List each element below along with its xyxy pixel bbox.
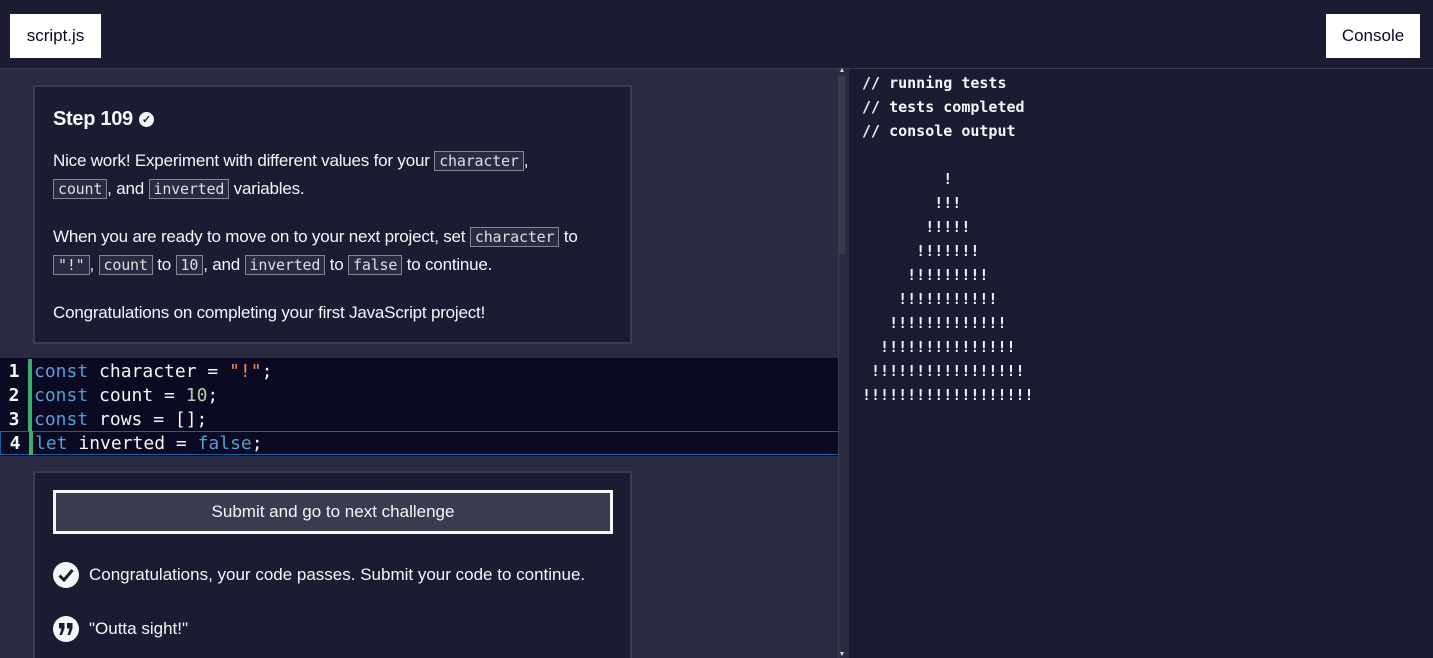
scroll-down-arrow-icon[interactable]: ▼ (838, 651, 846, 658)
step-title-text: Step 109 (53, 107, 133, 130)
code-line-text[interactable]: const rows = []; (32, 409, 207, 430)
code-token: count = (88, 384, 186, 406)
console-line: !!!!!!!!!!!!!!! (862, 338, 1016, 356)
text: , (523, 151, 529, 170)
console-line: // console output (862, 122, 1016, 140)
code-token: rows = []; (88, 408, 208, 430)
code-line[interactable]: 1 const character = "!"; (0, 359, 844, 383)
line-number: 4 (1, 432, 29, 454)
top-bar: script.js Console (0, 0, 1433, 69)
console-line: !!!!!!!!! (862, 266, 989, 284)
quote-row: "Outta sight!" (53, 615, 188, 643)
inline-code: 10 (175, 255, 204, 275)
code-token: character = (88, 360, 230, 382)
quote-text: "Outta sight!" (89, 619, 189, 638)
line-number: 1 (0, 360, 28, 382)
console-line: // tests completed (862, 98, 1025, 116)
tab-console[interactable]: Console (1326, 14, 1420, 58)
line-number: 2 (0, 384, 28, 406)
quote-icon (53, 616, 79, 642)
scroll-up-arrow-icon[interactable]: ▲ (838, 67, 846, 74)
code-line-text[interactable]: let inverted = false; (33, 433, 263, 454)
inline-code: character (434, 151, 524, 171)
text: Nice work! Experiment with different val… (53, 151, 435, 170)
pass-message-row: Congratulations, your code passes. Submi… (53, 561, 585, 589)
keyword: let (35, 432, 68, 454)
boolean-literal: false (197, 432, 252, 454)
console-line: ! (862, 170, 953, 188)
console-line: !!!!!!!!!!!!!!!!! (862, 362, 1025, 380)
inline-code: inverted (244, 255, 326, 275)
text: , and (107, 179, 149, 198)
console-line: !!!!!!!!!!!!!!!!!!! (862, 386, 1034, 404)
keyword: const (34, 384, 89, 406)
inline-code: inverted (148, 179, 230, 199)
pass-message: Congratulations, your code passes. Submi… (89, 565, 586, 584)
tab-script-js[interactable]: script.js (10, 14, 101, 58)
console-line: !!!!!!!!!!! (862, 290, 998, 308)
code-line-text[interactable]: const count = 10; (32, 385, 218, 406)
text: to continue. (402, 255, 493, 274)
code-line-active[interactable]: 4 let inverted = false; (0, 431, 844, 455)
text: to (325, 255, 349, 274)
code-token: ; (251, 432, 263, 454)
text: to (152, 255, 176, 274)
line-number: 3 (0, 408, 28, 430)
inline-code: false (348, 255, 403, 275)
keyword: const (34, 360, 89, 382)
description-paragraph-2: When you are ready to move on to your ne… (53, 223, 612, 279)
text: , and (203, 255, 245, 274)
scrollbar-thumb[interactable] (839, 76, 845, 254)
submit-button[interactable]: Submit and go to next challenge (53, 490, 613, 534)
code-token: ; (261, 360, 273, 382)
text: , (89, 255, 99, 274)
description-paragraph-3: Congratulations on completing your first… (53, 303, 486, 322)
console-line: !!!!! (862, 218, 971, 236)
console-line: !!!!!!!!!!!!! (862, 314, 1007, 332)
code-editor[interactable]: 1 const character = "!"; 2 const count =… (0, 358, 844, 456)
inline-code: count (53, 179, 108, 199)
inline-code: count (98, 255, 153, 275)
text: to (559, 227, 578, 246)
result-panel: Submit and go to next challenge Congratu… (33, 471, 632, 658)
console-output: // running tests // tests completed // c… (849, 69, 1433, 658)
console-line: !!! (862, 194, 962, 212)
keyword: const (34, 408, 89, 430)
check-circle-icon (53, 562, 79, 588)
string-literal: "!" (229, 360, 262, 382)
description-panel: Step 109 ✓ Nice work! Experiment with di… (33, 85, 632, 344)
code-line[interactable]: 3 const rows = []; (0, 407, 844, 431)
inline-code: character (469, 227, 560, 247)
number-literal: 10 (185, 384, 208, 406)
inline-code: "!" (53, 255, 90, 275)
description-paragraph-1: Nice work! Experiment with different val… (53, 147, 612, 203)
code-line[interactable]: 2 const count = 10; (0, 383, 844, 407)
check-circle-icon: ✓ (138, 111, 154, 127)
code-token: ; (207, 384, 219, 406)
console-line: !!!!!!! (862, 242, 980, 260)
text: When you are ready to move on to your ne… (53, 227, 470, 246)
step-title: Step 109 ✓ (53, 105, 612, 133)
code-token: inverted = (67, 432, 198, 454)
console-line: // running tests (862, 74, 1007, 92)
text: variables. (229, 179, 305, 198)
code-line-text[interactable]: const character = "!"; (32, 361, 272, 382)
